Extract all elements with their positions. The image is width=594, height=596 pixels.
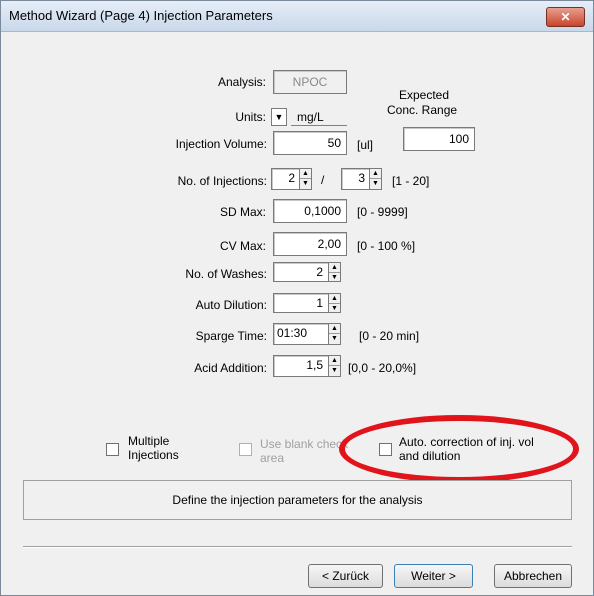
window-title: Method Wizard (Page 4) Injection Paramet…	[9, 8, 273, 23]
acid-addition-range: [0,0 - 20,0%]	[348, 361, 417, 375]
analysis-label: Analysis:	[217, 75, 266, 89]
close-icon: ✕	[560, 10, 571, 24]
cv-max-label: CV Max:	[219, 239, 266, 253]
injections-max-input[interactable]: 3	[341, 168, 371, 190]
multiple-injections-label-1: Multiple	[128, 434, 170, 448]
auto-dilution-input[interactable]: 1	[273, 293, 329, 313]
title-bar: Method Wizard (Page 4) Injection Paramet…	[1, 1, 593, 32]
units-dropdown-button[interactable]: ▼	[271, 108, 287, 126]
no-washes-spinner[interactable]: ▲ ▼	[328, 262, 341, 282]
injections-range: [1 - 20]	[392, 174, 430, 188]
units-value: mg/L	[297, 110, 324, 124]
next-button[interactable]: Weiter >	[394, 564, 473, 588]
injections-min-spinner[interactable]: ▲ ▼	[299, 168, 312, 190]
acid-addition-label: Acid Addition:	[194, 361, 267, 375]
no-washes-label: No. of Washes:	[185, 267, 267, 281]
injection-volume-unit: [ul]	[357, 138, 374, 152]
separator-line	[23, 546, 572, 548]
sparge-time-label: Sparge Time:	[195, 329, 267, 343]
cv-max-range: [0 - 100 %]	[357, 239, 416, 253]
injection-volume-input[interactable]: 50	[273, 131, 347, 155]
spin-down-icon[interactable]: ▼	[300, 178, 311, 188]
spin-up-icon[interactable]: ▲	[300, 169, 311, 178]
multiple-injections-label-2: Injections	[128, 448, 179, 462]
spin-down-icon[interactable]: ▼	[329, 272, 340, 282]
sd-max-range: [0 - 9999]	[357, 205, 408, 219]
sd-max-input[interactable]: 0,1000	[273, 199, 347, 223]
spin-up-icon[interactable]: ▲	[329, 356, 340, 365]
back-button[interactable]: < Zurück	[308, 564, 383, 588]
sd-max-label: SD Max:	[219, 205, 266, 219]
no-washes-input[interactable]: 2	[273, 262, 329, 282]
analysis-field: NPOC	[273, 70, 347, 94]
units-label: Units:	[235, 110, 266, 124]
spin-up-icon[interactable]: ▲	[329, 324, 340, 333]
multiple-injections-checkbox[interactable]	[106, 443, 119, 456]
method-wizard-dialog: Method Wizard (Page 4) Injection Paramet…	[0, 0, 594, 596]
units-combobox[interactable]: ▼ mg/L	[271, 107, 351, 127]
expected-label-1: Expected	[399, 88, 450, 102]
no-injections-label: No. of Injections:	[177, 174, 267, 188]
close-button[interactable]: ✕	[546, 7, 585, 27]
cancel-button[interactable]: Abbrechen	[494, 564, 572, 588]
spin-down-icon[interactable]: ▼	[370, 178, 381, 188]
sparge-time-range: [0 - 20 min]	[359, 329, 420, 343]
expected-conc-input[interactable]: 100	[403, 127, 475, 151]
spin-up-icon[interactable]: ▲	[329, 294, 340, 303]
injections-separator: /	[321, 173, 325, 187]
auto-dilution-label: Auto Dilution:	[195, 298, 267, 312]
acid-addition-input[interactable]: 1,5	[273, 355, 329, 377]
spin-up-icon[interactable]: ▲	[370, 169, 381, 178]
red-highlight-ellipse	[339, 415, 579, 483]
use-blank-check-checkbox[interactable]	[239, 443, 252, 456]
cv-max-input[interactable]: 2,00	[273, 232, 347, 256]
spin-down-icon[interactable]: ▼	[329, 333, 340, 343]
auto-dilution-spinner[interactable]: ▲ ▼	[328, 293, 341, 313]
sparge-time-spinner[interactable]: ▲ ▼	[328, 323, 341, 345]
acid-addition-spinner[interactable]: ▲ ▼	[328, 355, 341, 377]
expected-label-2: Conc. Range	[387, 103, 458, 117]
spin-up-icon[interactable]: ▲	[329, 263, 340, 272]
chevron-down-icon: ▼	[274, 112, 284, 122]
spin-down-icon[interactable]: ▼	[329, 365, 340, 375]
units-underline	[291, 125, 347, 126]
spin-down-icon[interactable]: ▼	[329, 303, 340, 313]
info-box: Define the injection parameters for the …	[23, 480, 572, 520]
injection-volume-label: Injection Volume:	[175, 137, 267, 151]
injections-max-spinner[interactable]: ▲ ▼	[369, 168, 382, 190]
use-blank-check-label-1: Use blank check	[260, 437, 349, 451]
use-blank-check-label-2: area	[260, 451, 285, 465]
sparge-time-input[interactable]: 01:30	[273, 323, 329, 345]
injections-min-input[interactable]: 2	[271, 168, 301, 190]
